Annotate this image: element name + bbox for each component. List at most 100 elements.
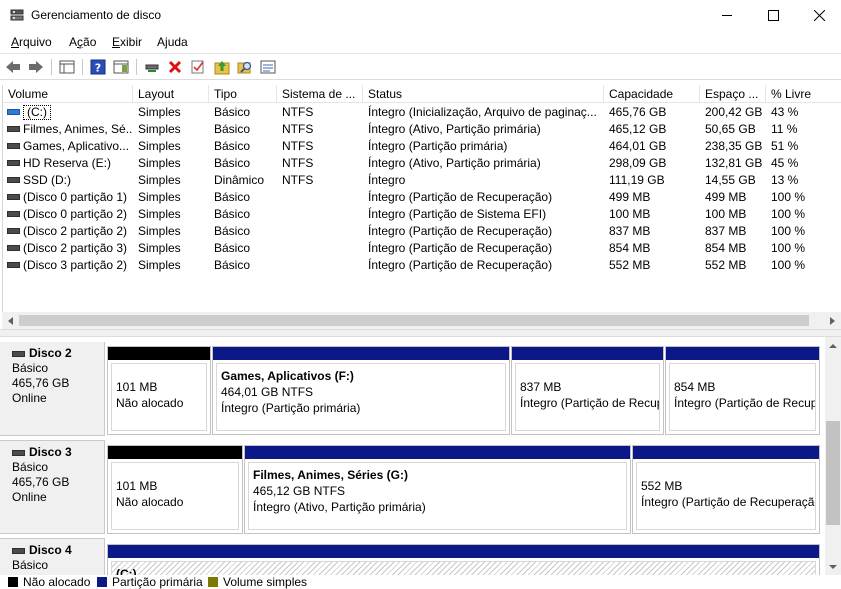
legend-label: Partição primária bbox=[112, 575, 203, 589]
column-tipo[interactable]: Tipo bbox=[209, 85, 277, 103]
close-button[interactable] bbox=[796, 0, 841, 31]
legend-label: Não alocado bbox=[23, 575, 91, 589]
disk-size: 465,76 GB bbox=[12, 376, 70, 390]
cell-capacidade: 837 MB bbox=[609, 224, 651, 238]
properties-button[interactable] bbox=[259, 58, 277, 76]
partition-block[interactable]: 837 MB Íntegro (Partição de Recup bbox=[511, 346, 664, 435]
table-row[interactable]: Filmes, Animes, Sé... Simples Básico NTFS Ín… bbox=[3, 121, 841, 138]
cell-tipo: Dinâmico bbox=[214, 173, 265, 187]
scroll-left-button[interactable] bbox=[2, 312, 19, 329]
cell-status: Íntegro (Partição de Recuperação) bbox=[368, 241, 553, 255]
disk-info[interactable]: Disco 2 Básico 465,76 GB Online bbox=[0, 342, 105, 436]
cell-tipo: Básico bbox=[214, 190, 251, 204]
partition-block[interactable]: 101 MB Não alocado bbox=[107, 346, 211, 435]
disk-info[interactable]: Disco 3 Básico 465,76 GB Online bbox=[0, 440, 105, 534]
minimize-button[interactable] bbox=[704, 0, 750, 31]
cell-tipo: Básico bbox=[214, 139, 251, 153]
cell-status: Íntegro (Ativo, Partição primária) bbox=[368, 156, 541, 170]
cell-volume: HD Reserva (E:) bbox=[23, 156, 112, 170]
check-button[interactable] bbox=[189, 58, 207, 76]
table-row[interactable]: (Disco 3 partição 2) Simples Básico Íntegro… bbox=[3, 257, 841, 274]
scroll-up-button[interactable] bbox=[825, 337, 841, 354]
toolbar-separator bbox=[136, 59, 137, 75]
disk-info[interactable]: Disco 4 Básico bbox=[0, 538, 105, 575]
volume-list[interactable]: Volume Layout Tipo Sistema de ... Status… bbox=[2, 85, 841, 327]
graphical-view-vertical-scrollbar[interactable] bbox=[825, 337, 841, 575]
cell-tipo: Básico bbox=[214, 207, 251, 221]
scroll-thumb[interactable] bbox=[19, 315, 809, 326]
cell-espaco: 499 MB bbox=[705, 190, 747, 204]
scroll-right-button[interactable] bbox=[824, 312, 841, 329]
search-button[interactable] bbox=[236, 58, 254, 76]
check-icon bbox=[191, 60, 204, 74]
menu-exibir[interactable]: Exibir bbox=[112, 35, 142, 49]
partition-block[interactable]: Games, Aplicativos (F:) 464,01 GB NTFS Í… bbox=[212, 346, 510, 435]
cell-capacidade: 298,09 GB bbox=[609, 156, 667, 170]
connect-drive-button[interactable] bbox=[143, 58, 161, 76]
column-espaco-livre[interactable]: Espaço ... bbox=[700, 85, 766, 103]
column-status[interactable]: Status bbox=[363, 85, 604, 103]
cell-capacidade: 499 MB bbox=[609, 190, 651, 204]
table-row[interactable]: Games, Aplicativo... Simples Básico NTFS Ínt… bbox=[3, 138, 841, 155]
scroll-down-button[interactable] bbox=[825, 558, 841, 575]
menu-acao[interactable]: Ação bbox=[69, 35, 96, 49]
delete-button[interactable] bbox=[166, 58, 184, 76]
console-tree-button[interactable] bbox=[58, 58, 76, 76]
cell-status: Íntegro (Ativo, Partição primária) bbox=[368, 122, 541, 136]
cell-livre: 51 % bbox=[771, 139, 799, 153]
cell-sistema: NTFS bbox=[282, 156, 314, 170]
partition-status: Íntegro (Partição primária) bbox=[221, 401, 361, 415]
maximize-button[interactable] bbox=[750, 0, 796, 31]
table-row[interactable]: HD Reserva (E:) Simples Básico NTFS Íntegro … bbox=[3, 155, 841, 172]
partition-block[interactable]: (C:) bbox=[107, 544, 820, 575]
legend-swatch bbox=[8, 577, 18, 587]
folder-up-button[interactable] bbox=[213, 58, 231, 76]
action-pane-button[interactable] bbox=[112, 58, 130, 76]
cell-status: Íntegro (Partição de Recuperação) bbox=[368, 190, 553, 204]
cell-layout: Simples bbox=[138, 207, 181, 221]
pane-splitter[interactable] bbox=[0, 329, 841, 337]
cell-volume: (Disco 0 partição 2) bbox=[23, 207, 128, 221]
scroll-thumb[interactable] bbox=[826, 421, 840, 525]
menu-ajuda[interactable]: Ajuda bbox=[157, 35, 188, 49]
cell-layout: Simples bbox=[138, 105, 181, 119]
primary-partition-bar bbox=[213, 347, 509, 360]
table-row[interactable]: (Disco 0 partição 2) Simples Básico Íntegro… bbox=[3, 206, 841, 223]
disk-name: Disco 3 bbox=[29, 445, 72, 459]
table-row[interactable]: (Disco 0 partição 1) Simples Básico Íntegro… bbox=[3, 189, 841, 206]
cell-volume: Filmes, Animes, Sé... bbox=[23, 122, 133, 136]
column-layout[interactable]: Layout bbox=[133, 85, 209, 103]
back-button[interactable] bbox=[4, 58, 22, 76]
column-percent-livre[interactable]: % Livre bbox=[766, 85, 841, 103]
table-row[interactable]: (Disco 2 partição 2) Simples Básico Íntegro… bbox=[3, 223, 841, 240]
table-row[interactable]: (Disco 2 partição 3) Simples Básico Íntegro… bbox=[3, 240, 841, 257]
legend-label: Volume simples bbox=[223, 575, 308, 589]
cell-status: Íntegro bbox=[368, 173, 406, 187]
cell-livre: 11 % bbox=[771, 122, 798, 136]
column-volume[interactable]: Volume bbox=[3, 85, 133, 103]
unallocated-bar bbox=[108, 446, 242, 459]
menu-arquivo[interactable]: Arquivo bbox=[11, 35, 52, 49]
help-button[interactable]: ? bbox=[89, 58, 107, 76]
cell-capacidade: 464,01 GB bbox=[609, 139, 667, 153]
partition-size: 464,01 GB NTFS bbox=[221, 385, 314, 399]
cell-espaco: 50,65 GB bbox=[705, 122, 756, 136]
cell-capacidade: 111,19 GB bbox=[609, 173, 665, 187]
partition-block[interactable]: Filmes, Animes, Séries (G:) 465,12 GB NT… bbox=[244, 445, 631, 534]
partition-block[interactable]: 552 MB Íntegro (Partição de Recuperação bbox=[632, 445, 820, 534]
partition-block[interactable]: 101 MB Não alocado bbox=[107, 445, 243, 534]
cell-tipo: Básico bbox=[214, 258, 251, 272]
cell-tipo: Básico bbox=[214, 105, 251, 119]
disk-type: Básico bbox=[12, 558, 49, 572]
table-row[interactable]: SSD (D:) Simples Dinâmico NTFS Íntegro 111,19… bbox=[3, 172, 841, 189]
cell-layout: Simples bbox=[138, 173, 181, 187]
cell-volume: (Disco 2 partição 3) bbox=[23, 241, 128, 255]
partition-block[interactable]: 854 MB Íntegro (Partição de Recup bbox=[665, 346, 820, 435]
column-capacidade[interactable]: Capacidade bbox=[604, 85, 700, 103]
disk-icon bbox=[12, 547, 25, 554]
table-row[interactable]: (C:) Simples Básico NTFS Íntegro (Inicializa… bbox=[3, 104, 841, 121]
volume-list-horizontal-scrollbar[interactable] bbox=[2, 312, 841, 329]
partition-status: Íntegro (Partição de Recuperação bbox=[641, 495, 816, 509]
forward-button[interactable] bbox=[27, 58, 45, 76]
column-sistema-de-arquivos[interactable]: Sistema de ... bbox=[277, 85, 363, 103]
